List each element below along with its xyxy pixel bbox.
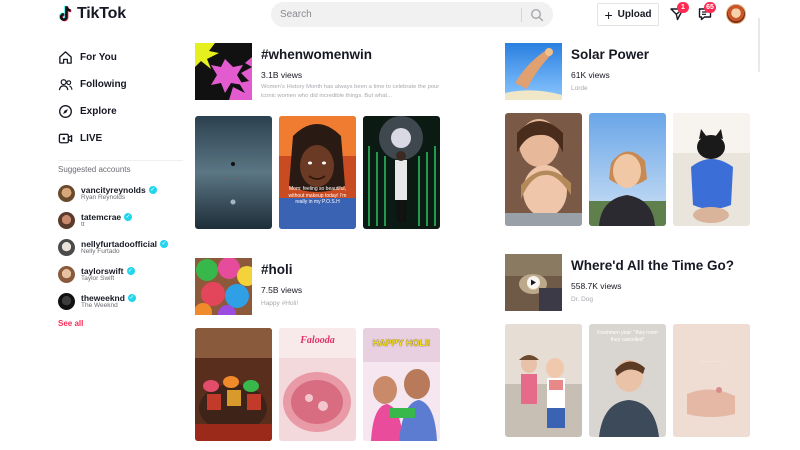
account-name: Nelly Furtado (81, 247, 120, 255)
video-thumbnail[interactable]: Mom: feeling so beautiful, without makeu… (279, 116, 356, 229)
suggested-account[interactable]: vancityreynolds ✓ Ryan Reynolds (58, 180, 183, 207)
search-divider (521, 7, 522, 22)
tiktok-logo-icon (59, 5, 72, 22)
section-views: 3.1B views (261, 70, 303, 80)
sidebar-divider (58, 160, 183, 161)
tiktok-page: TikTok + Upload 1 (0, 0, 800, 450)
verified-badge-icon: ✓ (127, 294, 136, 303)
video-caption: Mom: feeling so beautiful, without makeu… (288, 186, 347, 205)
video-thumbnail[interactable]: Falooda (279, 328, 356, 441)
section-description: Women's History Month has always been a … (261, 84, 440, 99)
section-title[interactable]: Solar Power (571, 47, 649, 62)
nav-label: Following (80, 79, 127, 90)
nav-live[interactable]: LIVE (58, 125, 183, 152)
section-views: 558.7K views (571, 281, 622, 291)
section-artist: Dr. Dog (571, 296, 594, 303)
nav-label: Explore (80, 106, 117, 117)
logo-text: TikTok (77, 5, 126, 22)
section-title[interactable]: #holi (261, 262, 293, 277)
messages-button[interactable]: 65 (697, 2, 716, 22)
section-title[interactable]: Where'd All the Time Go? (571, 258, 734, 273)
profile-avatar[interactable] (726, 4, 746, 24)
sidebar: For You Following Explore LIVE Suggested… (58, 44, 183, 328)
account-handle: tatemcrae (81, 211, 122, 222)
account-name: The Weeknd (81, 301, 118, 309)
account-name: Ryan Reynolds (81, 193, 126, 201)
video-row: · · · · · · · · · · Mom: feeling so beau… (195, 116, 440, 229)
account-name: Taylor Swift (81, 274, 115, 282)
video-thumbnail[interactable]: ................. (673, 324, 750, 437)
verified-badge-icon: ✓ (148, 186, 157, 195)
avatar (58, 239, 75, 256)
video-thumbnail[interactable]: HAPPY HOLI! (363, 328, 440, 441)
avatar (58, 212, 75, 229)
nav-following[interactable]: Following (58, 71, 183, 98)
sound-section-solar-power: Solar Power 61K views Lorde (505, 43, 760, 233)
section-thumbnail[interactable] (195, 258, 252, 315)
nav-label: For You (80, 52, 117, 63)
section-views: 7.5B views (261, 285, 303, 295)
search-icon (530, 8, 544, 21)
suggested-account[interactable]: nellyfurtadoofficial ✓ Nelly Furtado (58, 234, 183, 261)
video-thumbnail[interactable]: Freshmen year: "they room they cancelled… (589, 324, 666, 437)
search-button[interactable] (530, 8, 544, 22)
section-thumbnail[interactable] (505, 254, 562, 311)
verified-badge-icon: ✓ (124, 213, 133, 222)
video-thumbnail[interactable] (589, 113, 666, 226)
video-thumbnail[interactable] (505, 324, 582, 437)
section-thumbnail[interactable] (195, 43, 252, 100)
verified-badge-icon: ✓ (126, 267, 135, 276)
video-thumbnail[interactable] (363, 116, 440, 229)
suggested-accounts-title: Suggested accounts (58, 165, 131, 174)
tiktok-logo[interactable]: TikTok (58, 5, 126, 23)
suggested-account[interactable]: theweeknd ✓ The Weeknd (58, 288, 183, 315)
upload-button[interactable]: + Upload (597, 3, 659, 26)
video-caption: Freshmen year: "they room they cancelled… (597, 330, 658, 343)
search-bar (271, 2, 553, 27)
following-icon (58, 77, 73, 92)
verified-badge-icon: ✓ (160, 240, 169, 249)
avatar (58, 293, 75, 310)
see-all-link[interactable]: See all (58, 319, 183, 328)
upload-label: Upload (617, 9, 652, 20)
live-icon (58, 131, 73, 146)
section-thumbnail[interactable] (505, 43, 562, 100)
video-row: Falooda HAPPY HOLI! (195, 328, 440, 441)
nav-label: LIVE (80, 133, 103, 144)
svg-text:· · · · · · · · · ·: · · · · · · · · · · (221, 176, 244, 181)
video-row: Freshmen year: "they room they cancelled… (505, 324, 750, 437)
video-row (505, 113, 750, 226)
svg-text:.................: ................. (700, 358, 721, 363)
avatar (58, 185, 75, 202)
video-caption: HAPPY HOLI! (372, 338, 431, 348)
nav-for-you[interactable]: For You (58, 44, 183, 71)
section-artist: Lorde (571, 85, 588, 92)
account-name: tt (81, 220, 85, 228)
suggested-account[interactable]: tatemcrae ✓ tt (58, 207, 183, 234)
video-thumbnail[interactable] (673, 113, 750, 226)
search-input[interactable] (280, 9, 513, 20)
suggested-account[interactable]: taylorswift ✓ Taylor Swift (58, 261, 183, 288)
compass-icon (58, 104, 73, 119)
video-caption: Falooda (300, 335, 335, 346)
video-thumbnail[interactable] (505, 113, 582, 226)
play-icon[interactable] (527, 276, 540, 289)
video-thumbnail[interactable] (195, 328, 272, 441)
inbox-badge: 1 (677, 2, 689, 13)
section-subtitle: Happy #Holi! (261, 300, 299, 307)
plus-icon: + (604, 6, 613, 23)
hashtag-section-holi: #holi 7.5B views Happy #Holi! Falooda HA… (195, 258, 450, 448)
video-thumbnail[interactable]: · · · · · · · · · · (195, 116, 272, 229)
avatar (58, 266, 75, 283)
nav-explore[interactable]: Explore (58, 98, 183, 125)
top-header: TikTok + Upload 1 (0, 0, 800, 72)
sound-section-whered-all-the-time-go: Where'd All the Time Go? 558.7K views Dr… (505, 254, 760, 444)
inbox-button[interactable]: 1 (669, 2, 689, 22)
messages-badge: 65 (704, 2, 716, 13)
hashtag-section-whenwomenwin: #whenwomenwin 3.1B views Women's History… (195, 43, 450, 233)
section-views: 61K views (571, 70, 610, 80)
section-title[interactable]: #whenwomenwin (261, 47, 372, 62)
home-icon (58, 50, 73, 65)
